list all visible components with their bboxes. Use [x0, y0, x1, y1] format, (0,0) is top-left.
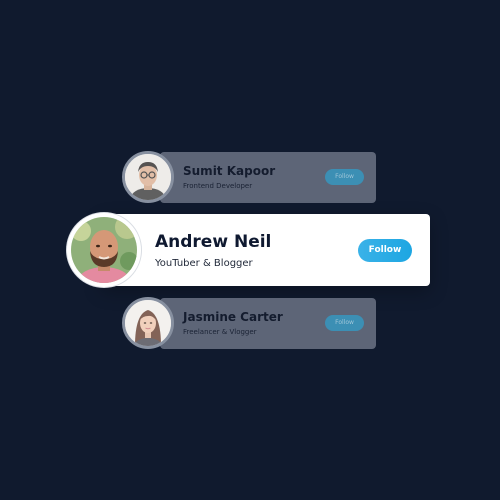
- woman-avatar-icon: [125, 300, 171, 346]
- profile-name: Andrew Neil: [155, 232, 272, 252]
- profile-name: Sumit Kapoor: [183, 164, 276, 178]
- profile-role: Freelancer & Vlogger: [183, 328, 257, 336]
- avatar[interactable]: [67, 213, 141, 287]
- profile-card-sumit-kapoor: Sumit Kapoor Frontend Developer Follow: [160, 152, 376, 203]
- avatar[interactable]: [122, 151, 174, 203]
- profile-name: Jasmine Carter: [183, 310, 283, 324]
- profile-card-andrew-neil: Andrew Neil YouTuber & Blogger Follow: [101, 214, 430, 286]
- follow-button[interactable]: Follow: [325, 169, 364, 185]
- man-with-glasses-avatar-icon: [125, 154, 171, 200]
- profile-role: YouTuber & Blogger: [155, 258, 253, 269]
- bald-man-beard-avatar-icon: [71, 217, 137, 283]
- profile-role: Frontend Developer: [183, 182, 253, 190]
- profile-card-jasmine-carter: Jasmine Carter Freelancer & Vlogger Foll…: [160, 298, 376, 349]
- follow-button[interactable]: Follow: [325, 315, 364, 331]
- avatar[interactable]: [122, 297, 174, 349]
- follow-button[interactable]: Follow: [358, 239, 412, 262]
- profile-list: Sumit Kapoor Frontend Developer Follow A…: [0, 0, 500, 500]
